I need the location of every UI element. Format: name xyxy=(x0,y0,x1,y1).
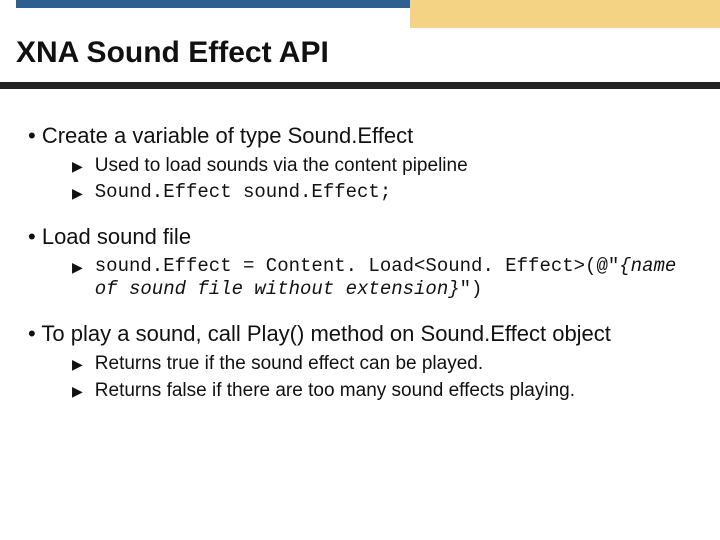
sub-bullet-returns-true: ▶ Returns true if the sound effect can b… xyxy=(72,352,692,376)
sub-bullet-load-code: ▶ sound.Effect = Content. Load<Sound. Ef… xyxy=(72,255,692,303)
sub-bullet-declaration: ▶ Sound.Effect sound.Effect; xyxy=(72,181,692,205)
bullet-load-sound: Load sound file xyxy=(28,223,692,251)
sub-bullet-returns-false: ▶ Returns false if there are too many so… xyxy=(72,379,692,403)
content: Create a variable of type Sound.Effect ▶… xyxy=(28,112,692,407)
bullet-create-variable: Create a variable of type Sound.Effect xyxy=(28,122,692,150)
sub-text: Used to load sounds via the content pipe… xyxy=(95,154,692,178)
code-tail: ") xyxy=(460,278,483,300)
sub-text: Returns true if the sound effect can be … xyxy=(95,352,692,376)
header-bands xyxy=(0,0,720,36)
sub-bullet-content-pipeline: ▶ Used to load sounds via the content pi… xyxy=(72,154,692,178)
band-yellow xyxy=(410,0,720,28)
code-declaration: Sound.Effect sound.Effect; xyxy=(95,181,692,205)
sub-text: Returns false if there are too many soun… xyxy=(95,379,692,403)
code-head: sound.Effect = Content. Load<Sound. Effe… xyxy=(95,255,620,277)
triangle-icon: ▶ xyxy=(72,154,95,178)
title-wrap: XNA Sound Effect API xyxy=(16,36,704,70)
slide: XNA Sound Effect API Create a variable o… xyxy=(0,0,720,540)
title-underline xyxy=(0,82,720,89)
triangle-icon: ▶ xyxy=(72,255,95,303)
bullet-play-method: To play a sound, call Play() method on S… xyxy=(28,320,692,348)
triangle-icon: ▶ xyxy=(72,352,95,376)
triangle-icon: ▶ xyxy=(72,181,95,205)
slide-title: XNA Sound Effect API xyxy=(16,36,704,70)
triangle-icon: ▶ xyxy=(72,379,95,403)
code-load: sound.Effect = Content. Load<Sound. Effe… xyxy=(95,255,692,303)
